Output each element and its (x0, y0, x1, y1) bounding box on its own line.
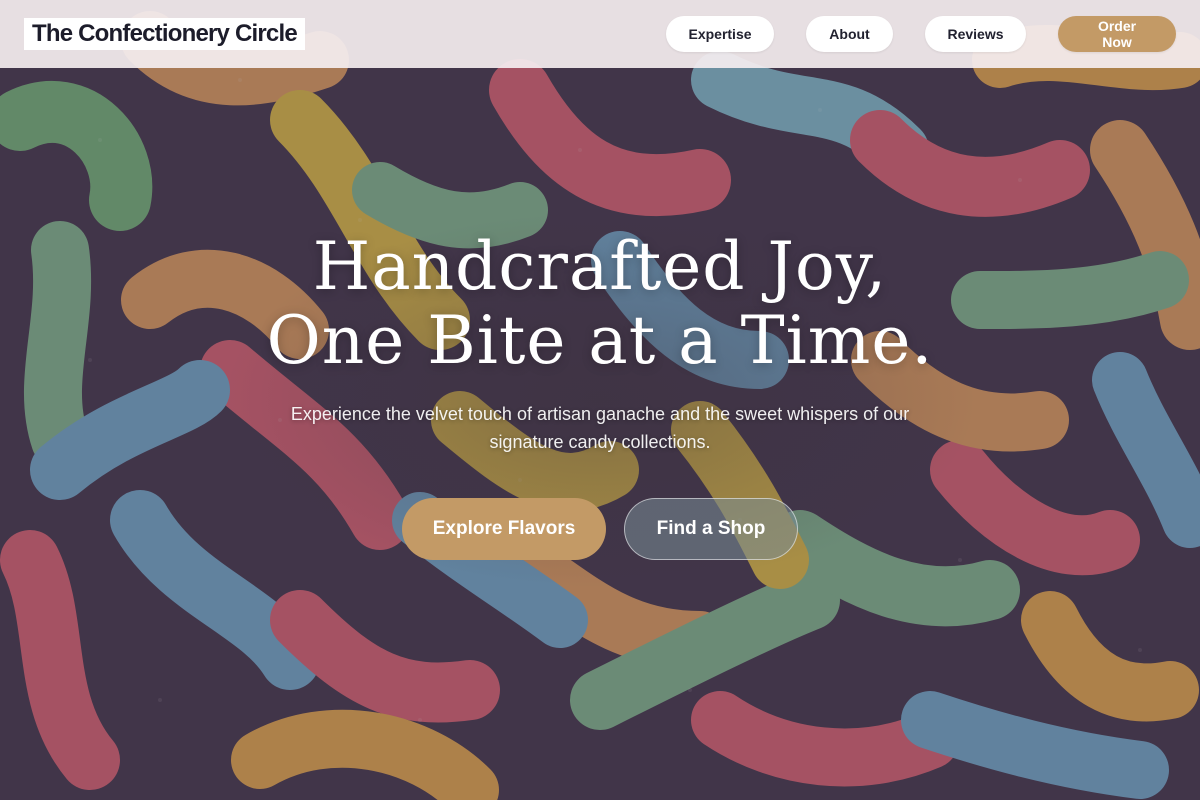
order-now-button[interactable]: Order Now (1058, 16, 1176, 52)
nav-reviews-button[interactable]: Reviews (925, 16, 1026, 52)
brand-logo[interactable]: The Confectionery Circle (24, 18, 305, 50)
hero-headline-line-2: One Bite at a Time. (266, 302, 934, 379)
hero-subtext: Experience the velvet touch of artisan g… (290, 404, 910, 452)
nav-expertise-button[interactable]: Expertise (666, 16, 774, 52)
main-nav: Expertise About Reviews Order Now (666, 16, 1176, 52)
site-header: The Confectionery Circle Expertise About… (0, 0, 1200, 68)
nav-about-button[interactable]: About (806, 16, 893, 52)
hero-cta-group: Explore Flavors Find a Shop (0, 498, 1200, 560)
hero-headline: Handcrafted Joy, One Bite at a Time. (0, 230, 1200, 378)
find-a-shop-button[interactable]: Find a Shop (624, 498, 798, 560)
explore-flavors-button[interactable]: Explore Flavors (402, 498, 606, 560)
hero-headline-line-1: Handcrafted Joy, (312, 228, 888, 305)
hero-section: Handcrafted Joy, One Bite at a Time. Exp… (0, 230, 1200, 560)
